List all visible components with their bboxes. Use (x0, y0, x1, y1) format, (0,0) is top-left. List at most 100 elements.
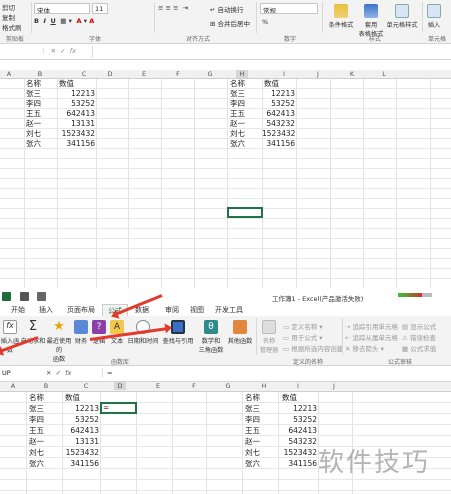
b-t2-header-name[interactable]: 名称 (245, 393, 260, 402)
formula-input[interactable]: = (102, 369, 442, 377)
b-t2-value[interactable]: 53252 (279, 415, 317, 424)
t2-value[interactable]: 53252 (262, 99, 295, 108)
t2-value[interactable]: 341156 (262, 139, 295, 148)
cell-styles-button[interactable]: 单元格样式 (385, 4, 419, 29)
number-format-select[interactable]: 常规 (260, 3, 318, 14)
cut-button[interactable]: 剪切 (2, 2, 15, 12)
t2-header-value[interactable]: 数值 (264, 79, 279, 88)
use-in-formula-button[interactable]: ▭ 用于公式 ▾ (283, 332, 323, 342)
tab-home[interactable]: 开始 (6, 304, 30, 316)
b-t1-name[interactable]: 李四 (29, 415, 44, 424)
name-box[interactable]: UP (0, 368, 26, 379)
wrap-text-button[interactable]: ↵ 自动换行 (210, 4, 244, 14)
t2-value[interactable]: 543232 (262, 119, 295, 128)
trace-precedents-button[interactable]: ⇢ 追踪引用单元格 (345, 321, 398, 331)
t1-value[interactable]: 53252 (58, 99, 95, 108)
trace-dependents-button[interactable]: ⇠ 追踪从属单元格 (345, 332, 398, 342)
t2-value[interactable]: 642413 (262, 109, 295, 118)
tab-page-layout[interactable]: 页面布局 (62, 304, 100, 316)
b-t2-value[interactable]: 12213 (279, 404, 317, 413)
b-t1-name[interactable]: 张六 (29, 459, 44, 468)
t2-name[interactable]: 王五 (230, 109, 245, 118)
t2-name[interactable]: 张三 (230, 89, 245, 98)
selected-cell[interactable] (227, 207, 263, 218)
b-t1-value[interactable]: 53252 (63, 415, 99, 424)
t1-name[interactable]: 张三 (26, 89, 41, 98)
t1-name[interactable]: 王五 (26, 109, 41, 118)
math-trig-button[interactable]: θ 数学和 三角函数 (196, 320, 226, 354)
recent-functions-button[interactable]: ★ 最近使用的 函数 (46, 320, 72, 364)
formula-bar-controls[interactable]: ✕ ✓ fx (46, 369, 71, 377)
insert-cells-button[interactable]: 插入 (424, 4, 444, 29)
error-checking-button[interactable]: ⚠ 错误检查 (402, 332, 436, 342)
t1-header-name[interactable]: 名称 (26, 79, 41, 88)
formula-input[interactable] (92, 46, 447, 58)
remove-arrows-button[interactable]: ✕ 移去箭头 ▾ (345, 343, 384, 353)
tab-view[interactable]: 视图 (185, 304, 209, 316)
formula-auditing-label: 公式审核 (387, 359, 412, 366)
font-size-select[interactable]: 11 (92, 3, 108, 14)
font-name-select[interactable]: 宋体 (34, 3, 90, 14)
merge-center-button[interactable]: ⊞ 合并后居中 (210, 18, 250, 28)
show-formulas-button[interactable]: ▤ 显示公式 (402, 321, 436, 331)
tab-insert[interactable]: 插入 (34, 304, 58, 316)
b-t2-name[interactable]: 王五 (245, 426, 260, 435)
logical-button[interactable]: ? 逻辑 (90, 320, 108, 345)
copy-button[interactable]: 复制 (2, 12, 15, 22)
b-t1-name[interactable]: 王五 (29, 426, 44, 435)
b-t1-name[interactable]: 刘七 (29, 448, 44, 457)
define-name-button[interactable]: ▭ 定义名称 ▾ (283, 321, 323, 331)
conditional-format-button[interactable]: 条件格式 (326, 4, 356, 29)
font-format-buttons[interactable]: B I U ▦ ▾ A ▾ A (34, 17, 94, 25)
b-t2-value[interactable]: 543232 (279, 437, 317, 446)
b-t1-value[interactable]: 13131 (63, 437, 99, 446)
t2-name[interactable]: 张六 (230, 139, 245, 148)
b-t1-header-value[interactable]: 数值 (65, 393, 80, 402)
align-buttons[interactable]: ≡ ≡ ≡ ⇥ (158, 4, 188, 12)
b-t2-value[interactable]: 642413 (279, 426, 317, 435)
t1-value[interactable]: 1523432 (58, 129, 95, 138)
t1-value[interactable]: 12213 (58, 89, 95, 98)
b-t2-header-value[interactable]: 数值 (282, 393, 297, 402)
b-t2-value[interactable]: 341156 (279, 459, 317, 468)
b-t1-header-name[interactable]: 名称 (29, 393, 44, 402)
t1-value[interactable]: 642413 (58, 109, 95, 118)
formula-bar-buttons[interactable]: ⋮ ✕ ✓ fx (40, 47, 76, 55)
t1-name[interactable]: 赵一 (26, 119, 41, 128)
evaluate-formula-button[interactable]: ▦ 公式求值 (402, 343, 436, 353)
more-functions-button[interactable]: 其他函数 (226, 320, 254, 345)
t2-value[interactable]: 12213 (262, 89, 295, 98)
b-t1-name[interactable]: 张三 (29, 404, 44, 413)
format-table-button[interactable]: 套用 表格格式 (356, 4, 386, 38)
t1-name[interactable]: 李四 (26, 99, 41, 108)
percent-button[interactable]: % (262, 18, 268, 26)
tab-developer[interactable]: 开发工具 (210, 304, 248, 316)
t2-name[interactable]: 赵一 (230, 119, 245, 128)
b-t1-value[interactable]: 642413 (63, 426, 99, 435)
b-t1-name[interactable]: 赵一 (29, 437, 44, 446)
financial-button[interactable]: 财务 (72, 320, 90, 345)
t2-value[interactable]: 1523432 (262, 129, 295, 138)
format-painter-button[interactable]: 格式刷 (2, 22, 22, 32)
b-t2-name[interactable]: 张三 (245, 404, 260, 413)
t1-name[interactable]: 刘七 (26, 129, 41, 138)
t1-value[interactable]: 13131 (58, 119, 95, 128)
b-t1-value[interactable]: 1523432 (63, 448, 99, 457)
b-t2-name[interactable]: 刘七 (245, 448, 260, 457)
t1-value[interactable]: 341156 (58, 139, 95, 148)
tab-review[interactable]: 审阅 (160, 304, 184, 316)
b-t2-value[interactable]: 1523432 (279, 448, 317, 457)
t2-header-name[interactable]: 名称 (230, 79, 245, 88)
t1-name[interactable]: 张六 (26, 139, 41, 148)
b-t1-value[interactable]: 12213 (63, 404, 99, 413)
t2-name[interactable]: 刘七 (230, 129, 245, 138)
create-from-selection-button[interactable]: ▭ 根据所选内容创建 (283, 343, 343, 353)
name-manager-button[interactable]: 名称 管理器 (257, 320, 281, 354)
b-t2-name[interactable]: 赵一 (245, 437, 260, 446)
b-t1-value[interactable]: 341156 (63, 459, 99, 468)
b-t2-name[interactable]: 张六 (245, 459, 260, 468)
active-cell[interactable]: = (100, 402, 137, 414)
t1-header-value[interactable]: 数值 (59, 79, 74, 88)
b-t2-name[interactable]: 李四 (245, 415, 260, 424)
t2-name[interactable]: 李四 (230, 99, 245, 108)
